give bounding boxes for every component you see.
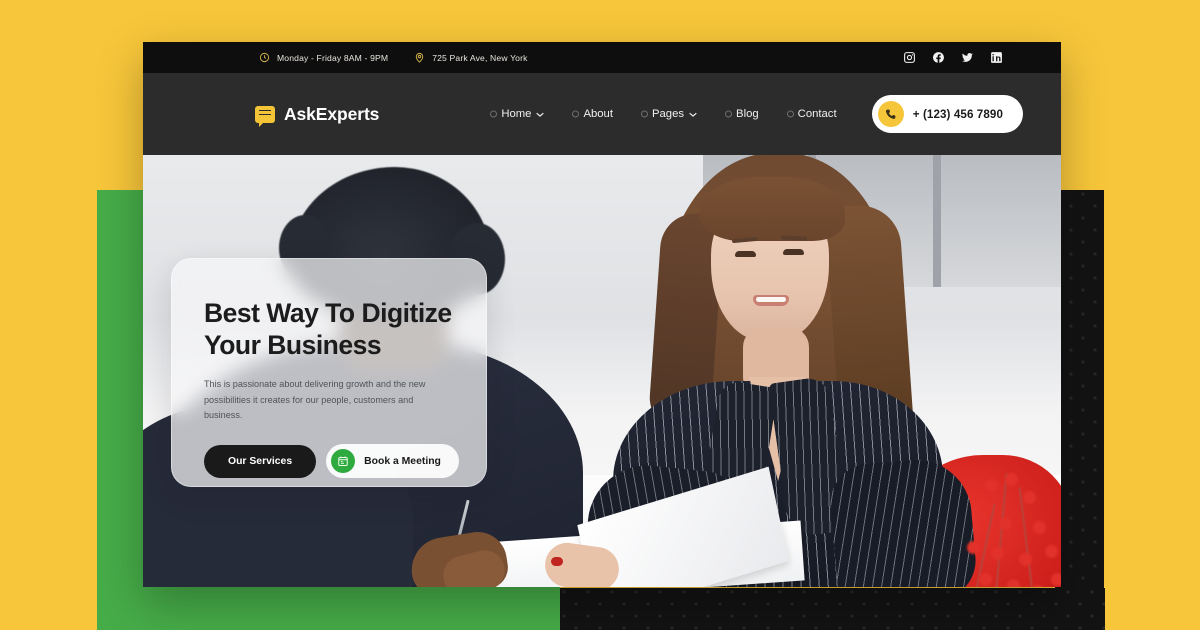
site-logo[interactable]: AskExperts <box>255 103 380 127</box>
our-services-button[interactable]: Our Services <box>204 444 317 478</box>
nav-item-about[interactable]: About <box>572 108 613 120</box>
book-a-meeting-label: Book a Meeting <box>364 455 441 467</box>
nav-label-pages: Pages <box>651 108 685 120</box>
business-address-text: 725 Park Ave, New York <box>432 52 528 63</box>
instagram-icon[interactable] <box>903 51 916 64</box>
main-navbar: AskExperts Home About Pages Blog Contact… <box>143 73 1061 155</box>
nav-label-home: Home <box>501 108 532 120</box>
chat-bubble-icon <box>255 105 275 127</box>
facebook-icon[interactable] <box>932 51 945 64</box>
social-links <box>903 51 1031 64</box>
nav-item-contact[interactable]: Contact <box>787 108 837 120</box>
decoration-dotted-right <box>1055 190 1104 630</box>
nav-label-blog: Blog <box>736 108 759 120</box>
decorative-plant <box>961 473 1061 587</box>
chevron-down-icon <box>536 112 545 117</box>
nav-item-home[interactable]: Home <box>490 108 545 120</box>
phone-number: + (123) 456 7890 <box>912 107 1003 121</box>
business-hours-text: Monday - Friday 8AM - 9PM <box>277 52 389 63</box>
linkedin-icon[interactable] <box>990 51 1003 64</box>
phone-icon <box>877 101 904 127</box>
hero-section: Best Way To Digitize Your Business This … <box>143 155 1061 587</box>
hero-description: This is passionate about delivering grow… <box>204 378 426 421</box>
nav-label-about: About <box>583 108 613 120</box>
business-hours: Monday - Friday 8AM - 9PM <box>259 52 388 63</box>
phone-cta-button[interactable]: + (123) 456 7890 <box>871 95 1023 133</box>
brand-name: AskExperts <box>284 103 380 124</box>
nav-item-blog[interactable]: Blog <box>725 108 759 120</box>
browser-window: Monday - Friday 8AM - 9PM 725 Park Ave, … <box>143 42 1061 587</box>
twitter-icon[interactable] <box>961 51 974 64</box>
nav-item-pages[interactable]: Pages <box>641 108 697 120</box>
top-utility-bar: Monday - Friday 8AM - 9PM 725 Park Ave, … <box>143 42 1061 73</box>
calendar-icon <box>331 449 356 474</box>
hero-title: Best Way To Digitize Your Business <box>204 298 452 361</box>
nav-label-contact: Contact <box>797 108 837 120</box>
topbar-info-group: Monday - Friday 8AM - 9PM 725 Park Ave, … <box>259 52 528 63</box>
clock-icon <box>259 52 270 63</box>
page-canvas: Monday - Friday 8AM - 9PM 725 Park Ave, … <box>0 0 1200 630</box>
business-address: 725 Park Ave, New York <box>414 52 527 63</box>
hero-glass-card: Best Way To Digitize Your Business This … <box>171 258 487 487</box>
book-a-meeting-button[interactable]: Book a Meeting <box>326 444 459 479</box>
primary-navigation: Home About Pages Blog Contact <box>490 108 836 120</box>
chevron-down-icon <box>689 112 697 117</box>
location-pin-icon <box>414 52 425 63</box>
decoration-dotted-bottom <box>560 588 1105 630</box>
hero-cta-row: Our Services Book a Meeting <box>204 444 459 479</box>
